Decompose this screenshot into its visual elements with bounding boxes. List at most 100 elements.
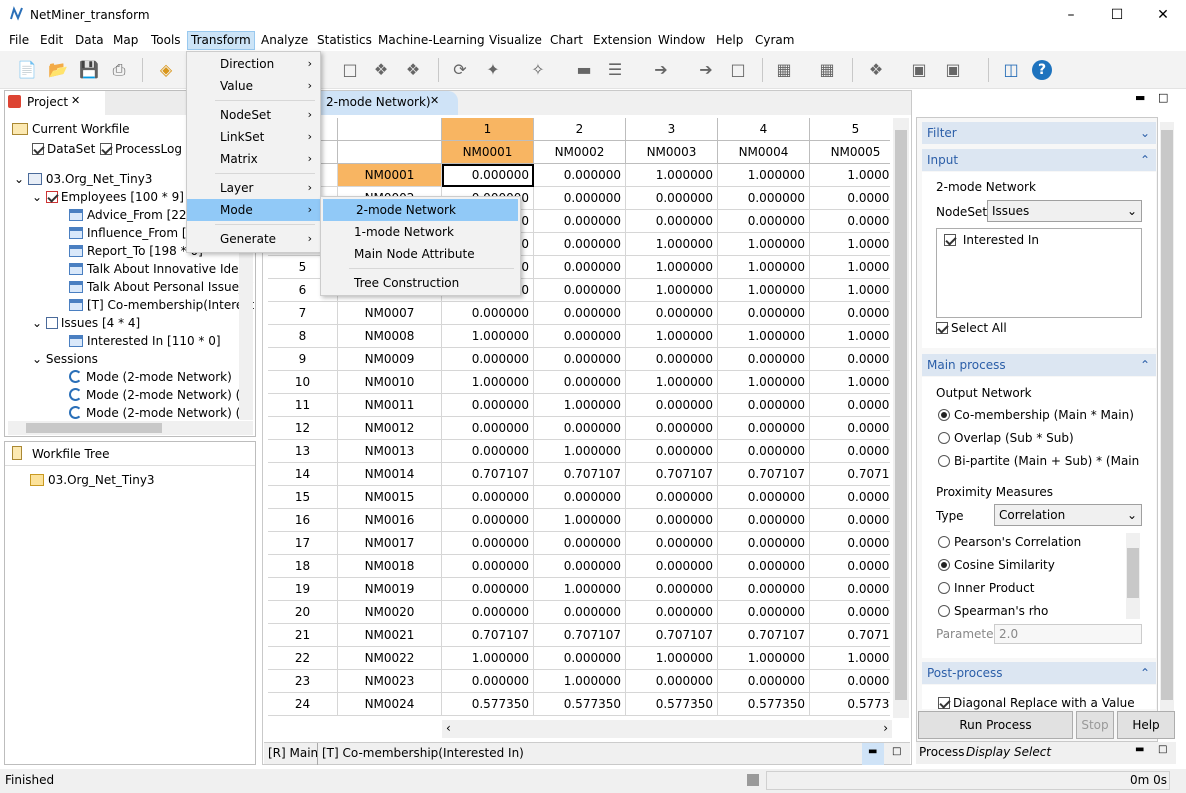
grid-cell[interactable]: 0.577350 bbox=[534, 693, 626, 716]
grid-cell[interactable]: 0.000000 bbox=[718, 532, 810, 555]
grid-cell[interactable]: 0.000000 bbox=[626, 302, 718, 325]
grid-cell[interactable]: 0.577350 bbox=[626, 693, 718, 716]
grid-cell[interactable]: 1.000000 bbox=[718, 647, 810, 670]
row-number[interactable]: 18 bbox=[268, 555, 338, 578]
row-name[interactable]: NM0018 bbox=[338, 555, 442, 578]
image-icon[interactable]: ▣ bbox=[909, 60, 929, 80]
grid-cell[interactable]: 0.00000 bbox=[810, 302, 890, 325]
editor-tab-close-icon[interactable]: ✕ bbox=[430, 94, 439, 107]
menu-item-1-mode-network[interactable]: 1-mode Network bbox=[321, 221, 520, 243]
grid-cell[interactable]: 1.000000 bbox=[534, 670, 626, 693]
grid-cell[interactable]: 0.000000 bbox=[718, 210, 810, 233]
tree-session-1[interactable]: Mode (2-mode Network) bbox=[69, 368, 232, 386]
grid-cell[interactable]: 0.000000 bbox=[534, 555, 626, 578]
print-icon[interactable]: ⎙ bbox=[109, 60, 129, 80]
interested-in-checkbox[interactable]: Interested In bbox=[944, 233, 1039, 247]
grid-cell[interactable]: 1.00000 bbox=[810, 164, 890, 187]
grid-cell[interactable]: 0.00000 bbox=[810, 601, 890, 624]
row-number[interactable]: 8 bbox=[268, 325, 338, 348]
column-number-header[interactable]: 1 bbox=[442, 118, 534, 141]
node-icon[interactable]: □ bbox=[728, 60, 748, 80]
main-process-section[interactable]: Main process ⌃ bbox=[922, 354, 1156, 376]
column-name-header[interactable]: NM0004 bbox=[718, 141, 810, 164]
grid-cell[interactable]: 0.000000 bbox=[718, 440, 810, 463]
grid-cell[interactable]: 0.00000 bbox=[810, 394, 890, 417]
menu-item-mode[interactable]: Mode › bbox=[187, 199, 320, 221]
grid-cell[interactable]: 0.707107 bbox=[718, 624, 810, 647]
grid-cell[interactable]: 0.000000 bbox=[626, 601, 718, 624]
grid-cell[interactable]: 0.000000 bbox=[534, 187, 626, 210]
row-number[interactable]: 14 bbox=[268, 463, 338, 486]
output-overlap-radio[interactable]: Overlap (Sub * Sub) bbox=[938, 431, 1074, 445]
process-minimize-icon[interactable]: ▬ bbox=[1135, 744, 1144, 755]
tree-co-membership[interactable]: [T] Co-membership(Interest bbox=[69, 296, 254, 314]
post-process-section[interactable]: Post-process ⌃ bbox=[922, 662, 1156, 684]
tree-report-to[interactable]: Report_To [198 * 0] bbox=[69, 242, 203, 260]
row-name[interactable]: NM0014 bbox=[338, 463, 442, 486]
new-file-icon[interactable]: 📄 bbox=[17, 60, 37, 80]
grid-cell[interactable]: 1.000000 bbox=[718, 325, 810, 348]
grid-cell[interactable]: 0.707107 bbox=[718, 463, 810, 486]
menu-edit[interactable]: Edit bbox=[37, 33, 66, 50]
measures-scroll-thumb[interactable] bbox=[1127, 548, 1139, 598]
grid-cell[interactable]: 0.000000 bbox=[534, 325, 626, 348]
grid-cell[interactable]: 0.577350 bbox=[442, 693, 534, 716]
menu-item-tree-construction[interactable]: Tree Construction bbox=[321, 272, 520, 294]
tree-influence-from[interactable]: Influence_From [1 bbox=[69, 224, 194, 242]
grid-cell[interactable]: 1.000000 bbox=[534, 440, 626, 463]
row-name[interactable]: NM0023 bbox=[338, 670, 442, 693]
row-number[interactable]: 9 bbox=[268, 348, 338, 371]
column-number-header[interactable]: 3 bbox=[626, 118, 718, 141]
menu-item-nodeset[interactable]: NodeSet › bbox=[187, 104, 320, 126]
tree-talk-personal[interactable]: Talk About Personal Issue_V bbox=[69, 278, 253, 296]
grid-cell[interactable]: 0.000000 bbox=[626, 670, 718, 693]
row-name[interactable]: NM0007 bbox=[338, 302, 442, 325]
menu-window[interactable]: Window bbox=[655, 33, 708, 50]
grid-cell[interactable]: 0.000000 bbox=[718, 509, 810, 532]
menu-item-linkset[interactable]: LinkSet › bbox=[187, 126, 320, 148]
menu-tools[interactable]: Tools bbox=[148, 33, 184, 50]
tab-main[interactable]: [R] Main bbox=[268, 746, 318, 760]
row-name[interactable]: NM0021 bbox=[338, 624, 442, 647]
grid-cell[interactable]: 0.000000 bbox=[626, 417, 718, 440]
grid-cell[interactable]: 1.000000 bbox=[626, 279, 718, 302]
stop-task-icon[interactable] bbox=[747, 774, 759, 786]
grid-cell[interactable]: 0.000000 bbox=[442, 532, 534, 555]
minimize-button[interactable]: – bbox=[1048, 0, 1094, 30]
output-bipartite-radio[interactable]: Bi-partite (Main + Sub) * (Main + S bbox=[938, 454, 1144, 468]
row-number[interactable]: 13 bbox=[268, 440, 338, 463]
menu-item-main-node-attribute[interactable]: Main Node Attribute bbox=[321, 243, 520, 265]
column-number-header[interactable]: 4 bbox=[718, 118, 810, 141]
grid-cell[interactable]: 0.000000 bbox=[718, 578, 810, 601]
grid-cell[interactable]: 0.000000 bbox=[718, 555, 810, 578]
grid-cell[interactable]: 0.57735 bbox=[810, 693, 890, 716]
help-button[interactable]: Help bbox=[1117, 711, 1175, 739]
grid-hscrollbar[interactable]: ‹ › bbox=[442, 720, 892, 738]
grid-cell[interactable]: 1.00000 bbox=[810, 233, 890, 256]
grid-cell[interactable]: 0.000000 bbox=[626, 578, 718, 601]
grid-cell[interactable]: 1.00000 bbox=[810, 279, 890, 302]
camera-icon[interactable]: ▣ bbox=[943, 60, 963, 80]
menu-item-direction[interactable]: Direction › bbox=[187, 53, 320, 75]
grid-cell[interactable]: 1.000000 bbox=[534, 509, 626, 532]
row-name[interactable]: NM0013 bbox=[338, 440, 442, 463]
grid-cell[interactable]: 0.000000 bbox=[442, 394, 534, 417]
nodeset-select[interactable]: Issues ⌄ bbox=[987, 200, 1142, 222]
open-folder-icon[interactable]: 📂 bbox=[48, 60, 68, 80]
menu-item-layer[interactable]: Layer › bbox=[187, 177, 320, 199]
grid-cell[interactable]: 0.00000 bbox=[810, 348, 890, 371]
grid-cell[interactable]: 0.00000 bbox=[810, 578, 890, 601]
chart-icon[interactable]: ❖ bbox=[866, 60, 886, 80]
grid-cell[interactable]: 1.000000 bbox=[626, 233, 718, 256]
tree-employees[interactable]: ⌄ Employees [100 * 9] bbox=[32, 188, 184, 206]
row-number[interactable]: 12 bbox=[268, 417, 338, 440]
grid-cell[interactable]: 1.00000 bbox=[810, 256, 890, 279]
arrow-right-2-icon[interactable]: ➔ bbox=[696, 60, 716, 80]
grid-cell[interactable]: 0.000000 bbox=[626, 509, 718, 532]
grid-cell[interactable]: 0.00000 bbox=[810, 210, 890, 233]
row-name[interactable]: NM0015 bbox=[338, 486, 442, 509]
menu-transform[interactable]: Transform bbox=[187, 31, 255, 50]
grid-cell[interactable]: 0.000000 bbox=[442, 601, 534, 624]
column-number-header[interactable]: 2 bbox=[534, 118, 626, 141]
menu-analyze[interactable]: Analyze bbox=[258, 33, 311, 50]
